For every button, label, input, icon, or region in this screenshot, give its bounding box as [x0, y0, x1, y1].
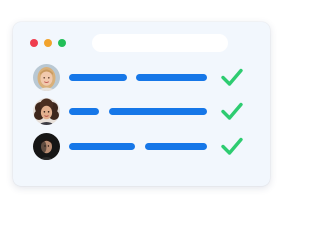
text-line: [136, 74, 207, 81]
list-item[interactable]: [13, 132, 270, 162]
check-icon: [221, 68, 243, 86]
text-line: [69, 74, 127, 81]
avatar: [33, 98, 60, 125]
avatar: [33, 64, 60, 91]
close-dot-icon[interactable]: [30, 39, 38, 47]
browser-window: [13, 22, 270, 186]
text-line: [69, 108, 99, 115]
list-item[interactable]: [13, 97, 270, 127]
text-line: [145, 143, 207, 150]
avatar: [33, 133, 60, 160]
address-bar[interactable]: [92, 34, 228, 52]
check-icon: [221, 102, 243, 120]
avatar-man-dark-background-icon: [33, 133, 60, 160]
avatar-woman-blonde-icon: [33, 64, 60, 91]
list-item[interactable]: [13, 63, 270, 93]
text-line: [69, 143, 135, 150]
maximize-dot-icon[interactable]: [58, 39, 66, 47]
avatar-woman-curly-hair-icon: [33, 98, 60, 125]
check-icon: [221, 137, 243, 155]
text-line: [109, 108, 207, 115]
minimize-dot-icon[interactable]: [44, 39, 52, 47]
